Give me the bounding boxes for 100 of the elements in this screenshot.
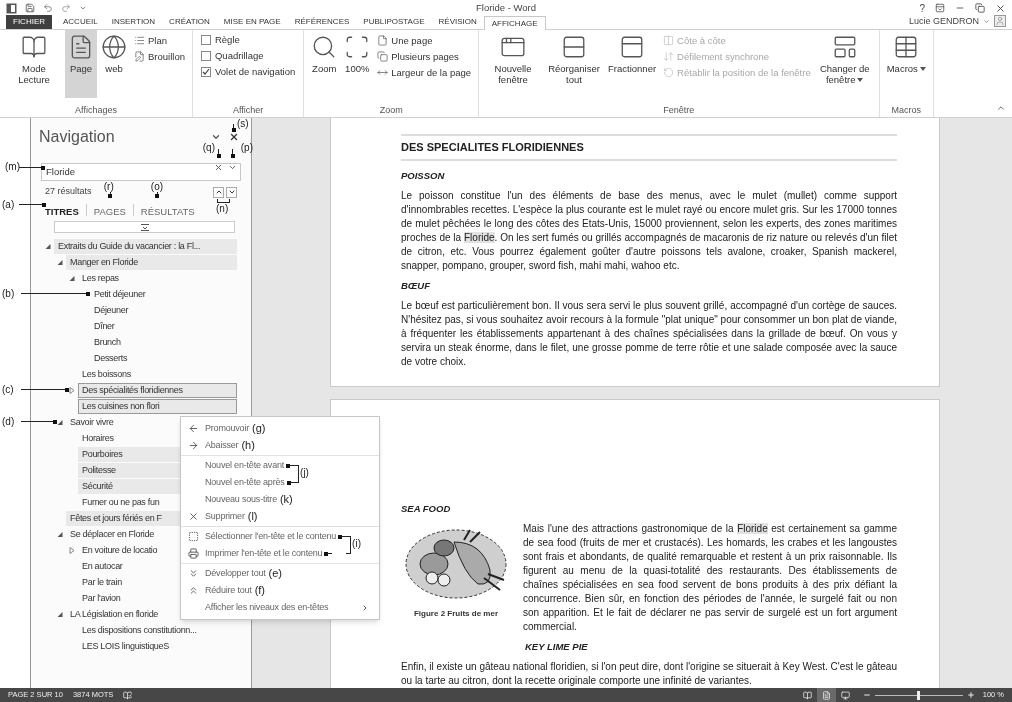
ribbon-tab[interactable]: RÉFÉRENCES (287, 15, 357, 29)
callout-label: (r) (103, 181, 114, 193)
ribbon-tab[interactable]: RÉVISION (431, 15, 484, 29)
ribbon-small-button[interactable]: Largeur de la page (377, 66, 472, 79)
undo-icon[interactable] (43, 3, 53, 13)
callout-label: (p) (240, 142, 253, 154)
expanded-triangle-icon[interactable] (69, 274, 75, 282)
collapsed-triangle-icon[interactable] (69, 386, 75, 394)
heading-item[interactable]: Des spécialités floridiennes (78, 382, 237, 398)
leader-line (19, 165, 45, 170)
restore-icon[interactable] (975, 3, 985, 13)
subheading: POISSON (401, 168, 446, 183)
heading-item[interactable]: Les repas (78, 270, 237, 286)
leader-line (231, 124, 236, 132)
subheading: KEY LIME PIE (525, 639, 589, 654)
collapse-ribbon-icon[interactable] (996, 103, 1006, 113)
pane-options-icon[interactable] (211, 132, 221, 142)
ribbon-button[interactable]: Mode Lecture (4, 30, 64, 98)
ribbon-tab[interactable]: ACCUEIL (56, 15, 105, 29)
ribbon-button[interactable]: Zoom (308, 30, 341, 98)
ribbon-small-button[interactable]: Plusieurs pages (377, 50, 472, 63)
heading-item[interactable]: Les dispositions constitutionn... (78, 622, 237, 638)
expanded-triangle-icon[interactable] (57, 530, 63, 538)
ribbon-button[interactable]: Fractionner (605, 30, 660, 98)
zoom-in-icon[interactable] (966, 691, 975, 699)
menu-item[interactable]: Sélectionner l'en-tête et le contenu (205, 529, 337, 544)
ribbon-button[interactable]: Changer de fenêtre (814, 30, 875, 98)
ribbon-small-button[interactable]: Brouillon (134, 50, 185, 63)
bracket-line (217, 198, 230, 203)
sync-scroll-icon (663, 51, 675, 62)
heading-item[interactable]: Dîner (90, 318, 237, 334)
expanded-triangle-icon[interactable] (57, 418, 63, 426)
pane-tab[interactable]: TITRES (45, 205, 79, 220)
delete-icon (187, 511, 199, 522)
checkbox[interactable] (200, 51, 211, 61)
proofing-icon[interactable] (123, 690, 133, 700)
expanded-triangle-icon[interactable] (57, 258, 63, 266)
ribbon-button[interactable]: Macros (883, 30, 929, 98)
ribbon-tab[interactable]: MISE EN PAGE (216, 15, 288, 29)
callout-label: (j) (300, 467, 309, 479)
ribbon-small-button[interactable]: Plan (134, 34, 185, 47)
slider-thumb[interactable] (917, 690, 921, 700)
checkbox-label: Règle (214, 34, 240, 46)
zoom-out-icon[interactable] (862, 691, 871, 699)
menu-item[interactable]: Imprimer l'en-tête et le contenu (205, 546, 323, 561)
customize-icon[interactable] (79, 4, 87, 12)
heading-item[interactable]: Brunch (90, 334, 237, 350)
heading-item[interactable]: Extraits du Guide du vacancier : la Fl... (54, 238, 237, 254)
heading-item[interactable]: Petit déjeuner (90, 286, 237, 302)
expanded-triangle-icon[interactable] (57, 610, 63, 618)
previous-result-button[interactable] (213, 186, 224, 198)
heading-item[interactable]: Les cuisines non flori (78, 398, 237, 414)
figure-caption: Figure 2 Fruits de mer (414, 607, 498, 620)
next-result-button[interactable] (226, 186, 237, 198)
close-icon[interactable] (995, 2, 1006, 14)
ribbon-tab[interactable]: FICHIER (6, 15, 52, 29)
open-book-icon (21, 34, 47, 60)
heading-item[interactable]: Les boissons (78, 366, 237, 382)
ribbon-button[interactable]: 100% (341, 30, 374, 98)
view-button[interactable] (816, 688, 836, 702)
heading-item[interactable]: Desserts (90, 350, 237, 366)
collapsed-triangle-icon[interactable] (69, 546, 75, 554)
checkbox[interactable] (200, 67, 211, 77)
pane-tab[interactable]: RÉSULTATS (140, 205, 195, 220)
print-layout-icon (821, 690, 831, 700)
ribbon-tab[interactable]: CRÉATION (162, 15, 217, 29)
callout-label: (b) (2, 288, 15, 300)
menu-item[interactable]: Afficher les niveaux des en-têtes (205, 600, 329, 615)
heading-item[interactable]: LES LOIS linguistiqueS (78, 638, 237, 654)
ribbon-tab[interactable]: PUBLIPOSTAGE (356, 15, 432, 29)
right-arrow-icon (187, 440, 199, 451)
close-icon[interactable] (229, 132, 239, 142)
up-icon (214, 188, 223, 196)
ribbon-button[interactable]: Réorganiser tout (544, 30, 605, 98)
menu-item[interactable]: Développer tout (205, 566, 266, 581)
ribbon-tab[interactable]: AFFICHAGE (483, 16, 546, 30)
ribbon-tab[interactable]: INSERTION (104, 15, 163, 29)
help-button[interactable]: ? (919, 0, 925, 16)
checkbox[interactable] (200, 35, 211, 45)
ribbon-button[interactable]: web (98, 30, 130, 98)
menu-item[interactable]: Réduire tout (205, 583, 252, 598)
user-name[interactable]: Lucie GENDRON (908, 14, 979, 28)
search-options-icon[interactable] (228, 163, 237, 172)
group-label: Affichages (74, 104, 118, 117)
menu-item[interactable]: Nouveau sous-titre (205, 492, 277, 507)
callout-label: (g) (252, 421, 266, 437)
pane-tab[interactable]: PAGES (93, 205, 126, 220)
save-icon[interactable] (25, 3, 35, 13)
heading-item[interactable]: Manger en Floride (66, 254, 237, 270)
ribbon-button[interactable]: Page (65, 30, 97, 98)
clear-search-icon[interactable] (214, 163, 223, 172)
menu-item[interactable]: Promouvoir (205, 421, 249, 436)
app-logo-icon[interactable] (6, 2, 17, 14)
ribbon-small-button[interactable]: Une page (377, 34, 472, 47)
heading-item[interactable]: Déjeuner (90, 302, 237, 318)
checkbox-label: Quadrillage (214, 50, 264, 62)
ribbon-button[interactable]: Nouvelle fenêtre (483, 30, 544, 98)
search-field[interactable]: Floride (41, 162, 241, 181)
ribbon-display-icon[interactable] (935, 3, 945, 13)
expanded-triangle-icon[interactable] (45, 242, 51, 250)
